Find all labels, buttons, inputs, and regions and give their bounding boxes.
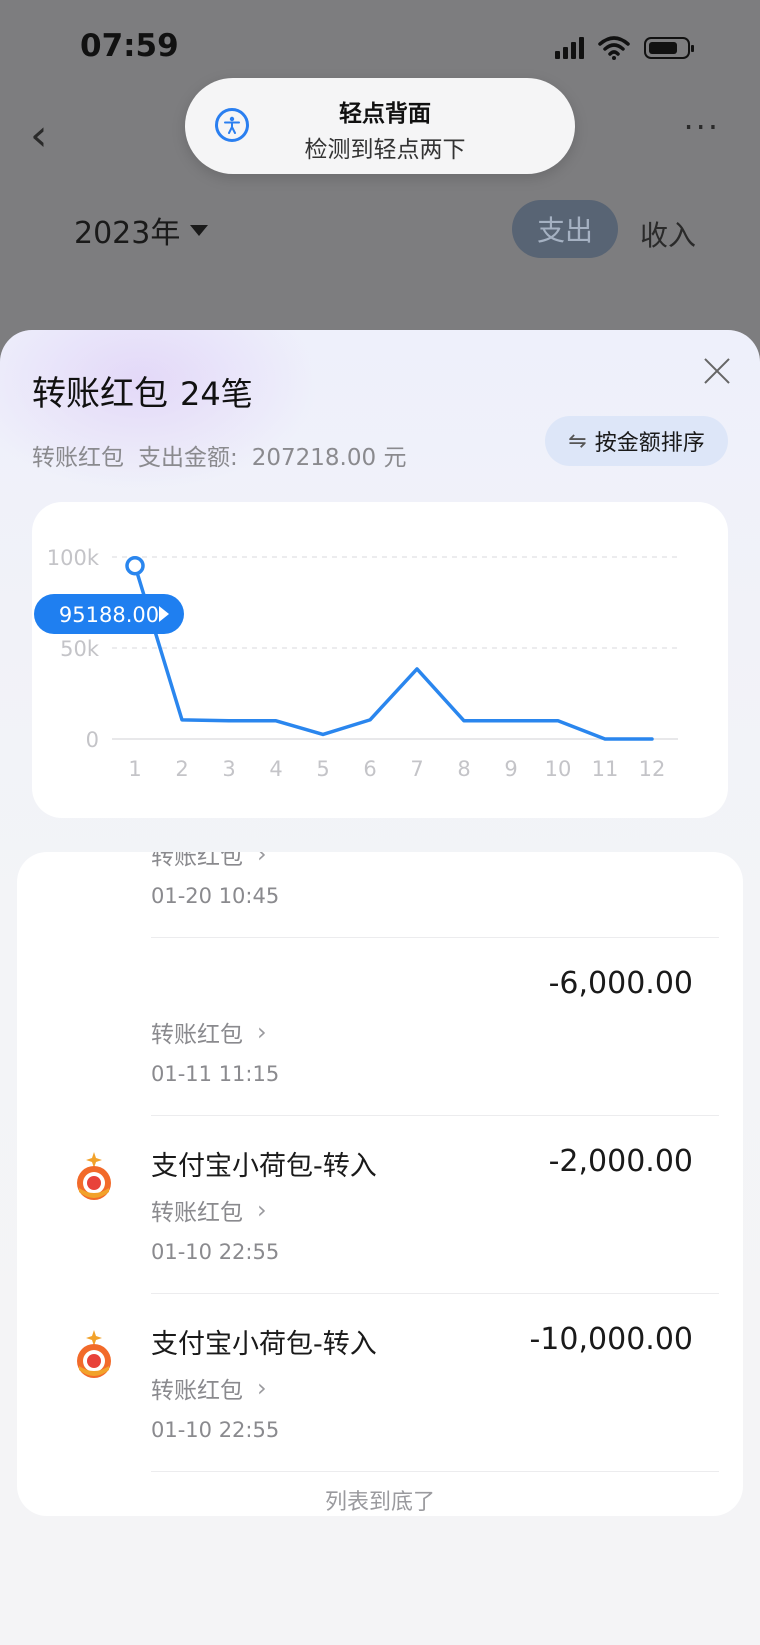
list-end-text: 列表到底了 bbox=[324, 1490, 435, 1515]
transaction-row[interactable]: 支付宝小荷包-转入 -2,000.00 转账红包 › 01-10 22:55 bbox=[17, 1116, 743, 1294]
transaction-category[interactable]: 转账红包 › bbox=[151, 1015, 267, 1049]
alipay-xiaohebao-logo-icon bbox=[77, 1152, 111, 1200]
category-label: 转账红包 bbox=[151, 852, 243, 870]
year-selector[interactable]: 2023年 bbox=[74, 208, 209, 252]
chevron-right-icon: › bbox=[257, 852, 267, 868]
category-label: 转账红包 bbox=[151, 1200, 243, 1226]
transaction-title: 支付宝小荷包-转入 bbox=[151, 1151, 377, 1182]
status-icons bbox=[555, 36, 694, 60]
more-options-button[interactable]: ··· bbox=[683, 108, 720, 146]
data-point bbox=[274, 719, 278, 723]
tab-expense[interactable]: 支出 bbox=[512, 200, 618, 258]
category-detail-sheet: 转账红包 24笔 转账红包 支出金额: 207218.00 元 ⇋ 按金额排序 … bbox=[0, 330, 760, 1645]
data-point bbox=[180, 718, 184, 722]
transaction-category[interactable]: 转账红包 › bbox=[151, 1371, 267, 1405]
wifi-icon bbox=[598, 36, 630, 60]
transaction-amount: -6,000.00 bbox=[548, 966, 693, 1001]
toast-title: 轻点背面 bbox=[339, 101, 431, 127]
close-icon[interactable] bbox=[702, 356, 732, 386]
x-tick-label: 2 bbox=[175, 757, 188, 781]
data-point bbox=[415, 667, 419, 671]
data-line bbox=[133, 564, 654, 741]
x-tick-label: 4 bbox=[269, 757, 282, 781]
transaction-category[interactable]: 转账红包 › bbox=[151, 1193, 267, 1227]
monthly-chart-card: 100k 50k 0 1 2 3 4 5 6 7 8 9 10 11 12 95188.00 bbox=[32, 502, 728, 818]
y-tick-label: 50k bbox=[60, 637, 100, 661]
x-tick-label: 12 bbox=[639, 757, 666, 781]
battery-icon bbox=[644, 37, 694, 59]
x-tick-label: 8 bbox=[457, 757, 470, 781]
x-tick-label: 3 bbox=[222, 757, 235, 781]
sort-icon: ⇋ bbox=[568, 428, 587, 454]
x-tick-label: 6 bbox=[363, 757, 376, 781]
transaction-row[interactable]: 支付宝小荷包-转入 -10,000.00 转账红包 › 01-10 22:55 bbox=[17, 1294, 743, 1472]
toast-subtitle: 检测到轻点两下 bbox=[304, 137, 466, 163]
back-tap-toast: 轻点背面 检测到轻点两下 bbox=[185, 78, 575, 174]
summary-category: 转账红包 bbox=[32, 445, 124, 471]
transaction-amount: -10,000.00 bbox=[529, 1322, 693, 1357]
data-point bbox=[227, 719, 231, 723]
y-tick-label: 100k bbox=[47, 546, 100, 570]
monthly-line-chart[interactable]: 100k50k01 2 3 4 5 6 7 8 9 10 11 1295188.00 bbox=[32, 502, 728, 818]
sheet-title: 转账红包 24笔 bbox=[32, 366, 253, 415]
transaction-list: 转账红包 › 01-20 10:45 -6,000.00 转账红包 › 01-11 11:1… bbox=[17, 852, 743, 1516]
chevron-right-icon: › bbox=[257, 1374, 267, 1402]
x-tick-label: 9 bbox=[504, 757, 517, 781]
category-label: 转账红包 bbox=[151, 1378, 243, 1404]
category-title: 转账红包 bbox=[32, 374, 168, 414]
data-point bbox=[650, 737, 654, 741]
summary-label: 支出金额: bbox=[138, 445, 238, 471]
data-point bbox=[368, 718, 372, 722]
transaction-time: 01-10 22:55 bbox=[151, 1418, 280, 1442]
year-label: 2023年 bbox=[74, 216, 181, 251]
data-point bbox=[509, 719, 513, 723]
data-point bbox=[321, 732, 325, 736]
data-point bbox=[556, 719, 560, 723]
x-tick-label: 1 bbox=[128, 757, 141, 781]
chevron-right-icon: › bbox=[257, 1196, 267, 1224]
x-tick-label: 5 bbox=[316, 757, 329, 781]
selected-data-point bbox=[125, 556, 145, 576]
transaction-title: 支付宝小荷包-转入 bbox=[151, 1329, 377, 1360]
transaction-count: 24笔 bbox=[180, 375, 253, 413]
expense-summary: 转账红包 支出金额: 207218.00 元 bbox=[32, 438, 406, 472]
x-tick-label: 7 bbox=[410, 757, 423, 781]
alipay-xiaohebao-logo-icon bbox=[77, 1330, 111, 1378]
transaction-time: 01-11 11:15 bbox=[151, 1062, 280, 1086]
x-tick-label: 10 bbox=[545, 757, 572, 781]
transaction-amount: -2,000.00 bbox=[548, 1144, 693, 1179]
cellular-signal-icon bbox=[555, 37, 584, 59]
tab-income[interactable]: 收入 bbox=[640, 214, 696, 254]
data-point bbox=[603, 737, 607, 741]
data-point bbox=[462, 719, 466, 723]
chevron-right-icon: › bbox=[257, 1018, 267, 1046]
sort-label: 按金额排序 bbox=[594, 431, 705, 456]
y-tick-label: 0 bbox=[86, 728, 99, 752]
x-tick-label: 11 bbox=[592, 757, 619, 781]
transaction-time: 01-10 22:55 bbox=[151, 1240, 280, 1264]
row-divider bbox=[151, 1471, 719, 1472]
category-label: 转账红包 bbox=[151, 1022, 243, 1048]
status-time: 07:59 bbox=[80, 28, 179, 64]
back-button[interactable]: ‹ bbox=[30, 110, 48, 161]
transaction-row[interactable]: 转账红包 › 01-20 10:45 bbox=[17, 852, 743, 938]
sort-by-amount-button[interactable]: ⇋ 按金额排序 bbox=[545, 416, 728, 466]
dropdown-arrow-icon bbox=[190, 224, 209, 236]
summary-amount: 207218.00 元 bbox=[251, 445, 407, 471]
transaction-row[interactable]: -6,000.00 转账红包 › 01-11 11:15 bbox=[17, 938, 743, 1116]
transaction-time: 01-20 10:45 bbox=[151, 884, 280, 908]
transaction-category[interactable]: 转账红包 › bbox=[151, 852, 267, 871]
tooltip-value: 95188.00 bbox=[59, 603, 159, 627]
